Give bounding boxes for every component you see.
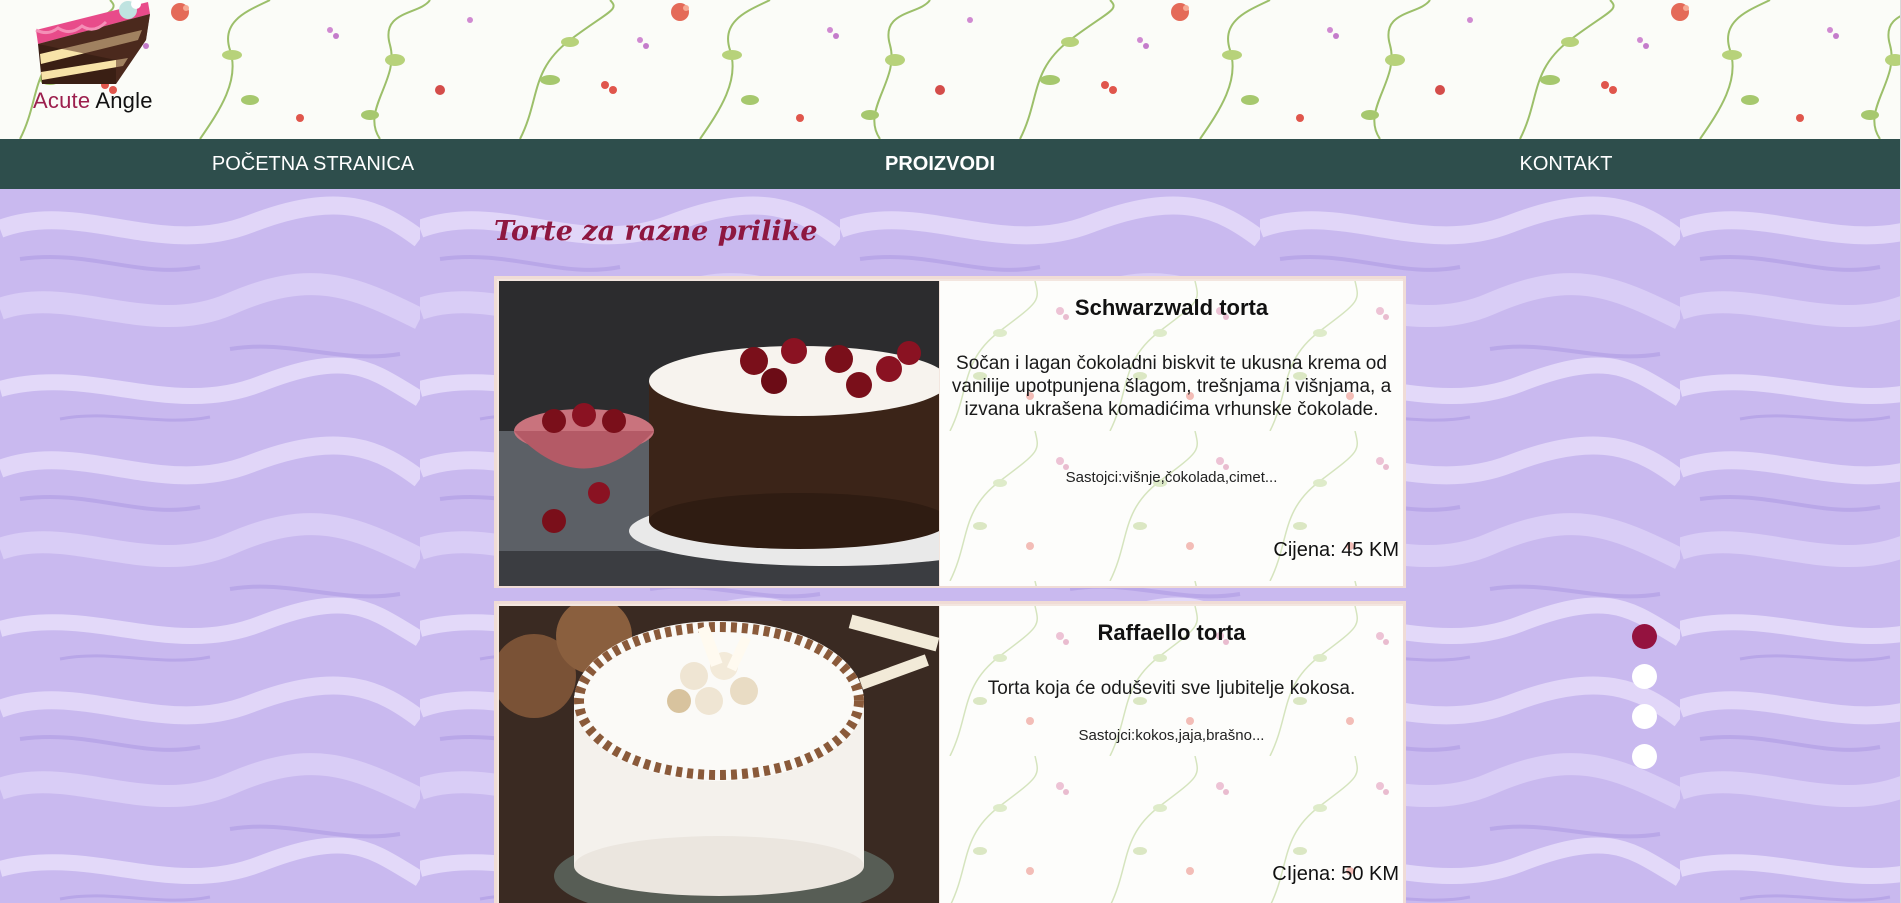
product-ingredients: Sastojci:višnje,čokolada,cimet... xyxy=(1065,469,1278,486)
product-card: Schwarzwald torta Sočan i lagan čokoladn… xyxy=(494,276,1406,588)
nav-item-contact[interactable]: KONTAKT xyxy=(1520,139,1613,189)
carousel-dot[interactable] xyxy=(1632,704,1657,729)
product-card: Raffaello torta Torta koja će oduševiti … xyxy=(494,601,1406,903)
raffaello-cake-image xyxy=(499,606,939,903)
schwarzwald-cake-image xyxy=(499,281,939,586)
product-name: Raffaello torta xyxy=(1097,620,1246,645)
brand-name-part1: Acute xyxy=(33,88,91,113)
carousel-dot[interactable] xyxy=(1632,624,1657,649)
nav-item-home[interactable]: POČETNA STRANICA xyxy=(212,139,414,189)
nav-item-products[interactable]: PROIZVODI xyxy=(885,139,995,189)
product-photo-schwarzwald xyxy=(499,281,939,586)
product-info: Schwarzwald torta Sočan i lagan čokoladn… xyxy=(940,281,1403,586)
site-header: Acute Angle xyxy=(0,0,1900,139)
carousel-dot[interactable] xyxy=(1632,744,1657,769)
product-price: CIjena: 50 KM xyxy=(1272,863,1399,885)
main-navigation: POČETNA STRANICA PROIZVODI KONTAKT xyxy=(0,139,1900,189)
carousel-dot[interactable] xyxy=(1632,664,1657,689)
carousel-dots xyxy=(1632,624,1658,784)
cake-slice-icon xyxy=(35,0,150,84)
brand-name[interactable]: Acute Angle xyxy=(33,88,153,114)
product-description: Sočan i lagan čokoladni biskvit te ukusn… xyxy=(951,353,1392,420)
floral-wallpaper xyxy=(0,0,1900,139)
product-photo-raffaello xyxy=(499,606,939,903)
product-info: Raffaello torta Torta koja će oduševiti … xyxy=(940,606,1403,903)
product-name: Schwarzwald torta xyxy=(1074,295,1269,320)
products-section: Torte za razne prilike Schwarzwald torta… xyxy=(0,189,1900,903)
section-title: Torte za razne prilike xyxy=(494,216,818,247)
product-ingredients: Sastojci:kokos,jaja,brašno... xyxy=(1078,727,1265,744)
product-description: Torta koja će oduševiti sve ljubitelje k… xyxy=(987,678,1356,699)
brand-name-part2: Angle xyxy=(95,88,153,113)
floral-card-background xyxy=(940,606,1403,903)
product-price: Cijena: 45 KM xyxy=(1273,539,1399,561)
